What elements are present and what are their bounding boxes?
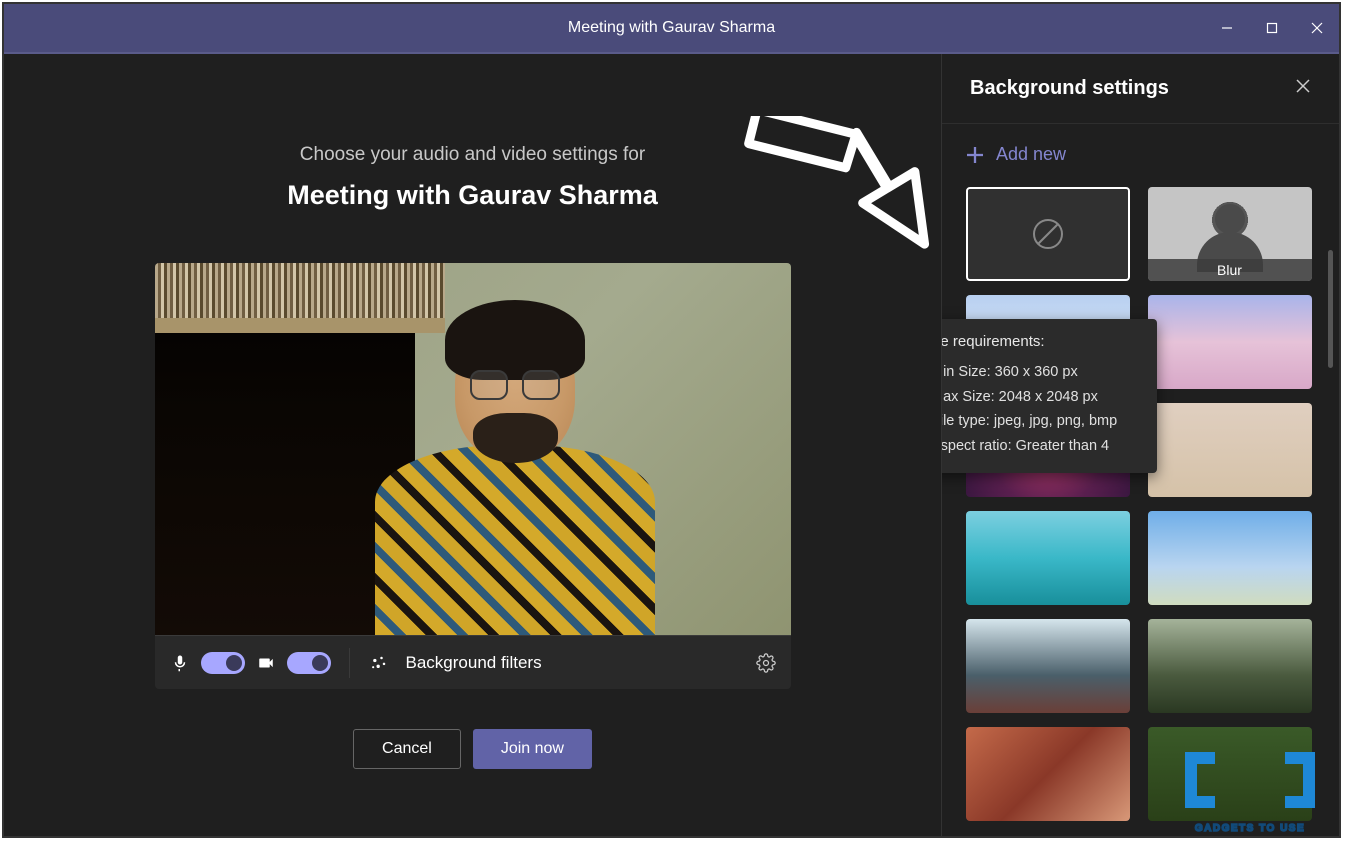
tooltip-item: Max Size: 2048 x 2048 px (942, 385, 1141, 410)
body-area: Choose your audio and video settings for… (4, 54, 1339, 836)
background-tile[interactable] (1148, 295, 1312, 389)
action-buttons: Cancel Join now (353, 729, 592, 769)
meeting-title: Meeting with Gaurav Sharma (287, 180, 658, 211)
tooltip-title: Image requirements: (942, 333, 1141, 350)
minimize-button[interactable] (1204, 3, 1249, 53)
watermark: GADGETS TO USE (1185, 752, 1315, 828)
background-tile[interactable] (966, 727, 1130, 821)
panel-scrollbar[interactable] (1328, 250, 1333, 368)
image-requirements-tooltip: Image requirements: Min Size: 360 x 360 … (942, 319, 1157, 473)
panel-title: Background settings (970, 77, 1169, 100)
maximize-button[interactable] (1249, 3, 1294, 53)
video-preview-card: Background filters (155, 263, 791, 689)
background-tile-none[interactable] (966, 187, 1130, 281)
choose-settings-text: Choose your audio and video settings for (300, 144, 645, 166)
background-tile[interactable] (1148, 403, 1312, 497)
watermark-text: GADGETS TO USE (1179, 823, 1321, 834)
microphone-toggle[interactable] (201, 652, 245, 674)
background-tile[interactable] (1148, 619, 1312, 713)
window-title: Meeting with Gaurav Sharma (568, 19, 775, 37)
close-button[interactable] (1294, 3, 1339, 53)
title-bar: Meeting with Gaurav Sharma (4, 4, 1339, 54)
window-controls (1204, 4, 1339, 52)
microphone-icon (169, 652, 191, 674)
tooltip-item: Aspect ratio: Greater than 4 (942, 434, 1141, 459)
panel-close-button[interactable] (1295, 78, 1311, 99)
join-now-button[interactable]: Join now (473, 729, 592, 769)
cancel-button[interactable]: Cancel (353, 729, 461, 769)
background-grid: Blur (966, 187, 1315, 821)
add-new-button[interactable]: Add new (966, 144, 1315, 165)
av-controls-bar: Background filters (155, 635, 791, 689)
background-filters-icon (368, 652, 390, 674)
app-window: Meeting with Gaurav Sharma Choose your a… (2, 2, 1341, 838)
camera-toggle[interactable] (287, 652, 331, 674)
background-tile[interactable] (966, 619, 1130, 713)
background-tile[interactable] (1148, 511, 1312, 605)
camera-icon (255, 652, 277, 674)
camera-preview (155, 263, 791, 635)
plus-icon (966, 146, 984, 164)
panel-body: Add new Blur (942, 124, 1339, 836)
main-panel: Choose your audio and video settings for… (4, 54, 941, 836)
background-tile-blur[interactable]: Blur (1148, 187, 1312, 281)
panel-header: Background settings (942, 54, 1339, 124)
divider (349, 648, 350, 678)
annotation-arrow-icon (726, 116, 946, 256)
blur-label: Blur (1148, 259, 1312, 281)
background-filters-label[interactable]: Background filters (406, 653, 542, 673)
tooltip-item: Min Size: 360 x 360 px (942, 360, 1141, 385)
tooltip-item: File type: jpeg, jpg, png, bmp (942, 409, 1141, 434)
background-tile[interactable] (966, 511, 1130, 605)
no-background-icon (1031, 217, 1065, 251)
settings-gear-icon[interactable] (755, 652, 777, 674)
add-new-label: Add new (996, 144, 1066, 165)
background-settings-panel: Background settings Add new Blur (941, 54, 1339, 836)
